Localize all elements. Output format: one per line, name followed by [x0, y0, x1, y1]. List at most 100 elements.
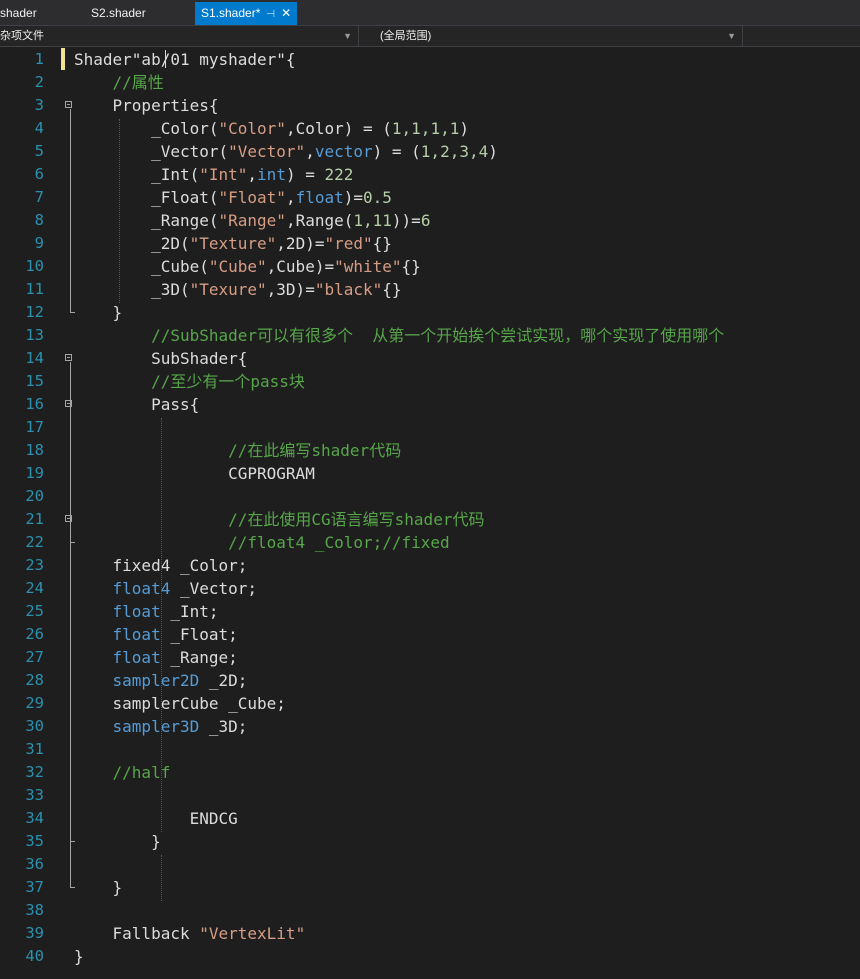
code-text: Fallback "VertexLit"	[74, 922, 306, 945]
line-number: 39	[25, 924, 44, 942]
code-line[interactable]: 32 //half	[0, 761, 860, 784]
code-token: float	[112, 648, 161, 667]
code-line[interactable]: 19 CGPROGRAM	[0, 462, 860, 485]
code-text: float _Range;	[74, 646, 238, 669]
code-line[interactable]: 3 Properties{	[0, 94, 860, 117]
code-line[interactable]: 28 sampler2D _2D;	[0, 669, 860, 692]
scope-dropdown-value: (全局范围)	[380, 30, 432, 42]
code-line[interactable]: 37 }	[0, 876, 860, 899]
line-number: 18	[25, 441, 44, 459]
code-line[interactable]: 39 Fallback "VertexLit"	[0, 922, 860, 945]
code-token: samplerCube _Cube;	[74, 694, 286, 713]
code-line[interactable]: 7 _Float("Float",float)=0.5	[0, 186, 860, 209]
code-line[interactable]: 38	[0, 899, 860, 922]
code-token: ) = (	[372, 142, 421, 161]
tab-shader[interactable]: shader	[0, 3, 37, 23]
code-line[interactable]: 27 float _Range;	[0, 646, 860, 669]
code-token: }	[74, 832, 161, 851]
code-line[interactable]: 12 }	[0, 301, 860, 324]
code-line[interactable]: 5 _Vector("Vector",vector) = (1,2,3,4)	[0, 140, 860, 163]
code-token: 0.5	[363, 188, 392, 207]
code-line[interactable]: 2 //属性	[0, 71, 860, 94]
code-line[interactable]: 4 _Color("Color",Color) = (1,1,1,1)	[0, 117, 860, 140]
code-line[interactable]: 8 _Range("Range",Range(1,11))=6	[0, 209, 860, 232]
code-line[interactable]: 1 Shader"ab/01 myshader"{	[0, 48, 860, 71]
code-token: sampler3D	[112, 717, 200, 736]
code-token: "Texture"	[189, 234, 277, 253]
code-line[interactable]: 29 samplerCube _Cube;	[0, 692, 860, 715]
code-token: float	[112, 602, 161, 621]
code-line[interactable]: 14 SubShader{	[0, 347, 860, 370]
line-number: 28	[25, 671, 44, 689]
code-token: //float4 _Color;//fixed	[228, 533, 450, 552]
code-token: float	[112, 625, 161, 644]
code-token: ))=	[391, 211, 421, 230]
code-line[interactable]: 30 sampler3D _3D;	[0, 715, 860, 738]
code-line[interactable]: 25 float _Int;	[0, 600, 860, 623]
code-line[interactable]: 20	[0, 485, 860, 508]
project-dropdown[interactable]: 杂项文件 ▼	[0, 26, 356, 46]
outline-end-tick	[70, 841, 75, 842]
code-token: _3D;	[199, 717, 248, 736]
code-line[interactable]: 40}	[0, 945, 860, 968]
code-editor[interactable]: 1 Shader"ab/01 myshader"{2 //属性 3 Properti…	[0, 48, 860, 979]
code-line[interactable]: 34 ENDCG	[0, 807, 860, 830]
code-token: _Vector(	[74, 142, 229, 161]
code-token: "Texure"	[189, 280, 267, 299]
code-token: sampler2D	[112, 671, 200, 690]
code-line[interactable]: 21 //在此使用CG语言编写shader代码	[0, 508, 860, 531]
code-token: _2D;	[199, 671, 248, 690]
line-number: 20	[25, 487, 44, 505]
line-number: 36	[25, 855, 44, 873]
line-number: 13	[25, 326, 44, 344]
code-token: ) =	[285, 165, 325, 184]
code-token: "Color"	[218, 119, 286, 138]
code-token: _Float(	[74, 188, 219, 207]
code-line[interactable]: 23 fixed4 _Color;	[0, 554, 860, 577]
code-line[interactable]: 26 float _Float;	[0, 623, 860, 646]
code-line[interactable]: 17	[0, 416, 860, 439]
outline-line	[70, 523, 71, 542]
collapse-icon[interactable]	[65, 354, 72, 361]
code-line[interactable]: 9 _2D("Texture",2D)="red"{}	[0, 232, 860, 255]
collapse-icon[interactable]	[65, 101, 72, 108]
line-number: 3	[34, 96, 44, 114]
code-token: "Cube"	[208, 257, 267, 276]
code-line[interactable]: 18 //在此编写shader代码	[0, 439, 860, 462]
code-token: "VertexLit"	[199, 924, 306, 943]
code-line[interactable]: 6 _Int("Int",int) = 222	[0, 163, 860, 186]
code-line[interactable]: 31	[0, 738, 860, 761]
tab-s2-shader[interactable]: S2.shader	[91, 3, 146, 23]
line-number: 12	[25, 303, 44, 321]
code-token: _3D(	[74, 280, 190, 299]
code-line[interactable]: 35 }	[0, 830, 860, 853]
code-token: //SubShader可以有很多个 从第一个开始挨个尝试实现，哪个实现了使用哪个	[151, 326, 725, 345]
code-line[interactable]: 36	[0, 853, 860, 876]
code-line[interactable]: 10 _Cube("Cube",Cube)="white"{}	[0, 255, 860, 278]
code-text: float _Int;	[74, 600, 219, 623]
close-icon[interactable]: ✕	[281, 6, 291, 20]
code-line[interactable]: 13 //SubShader可以有很多个 从第一个开始挨个尝试实现，哪个实现了使…	[0, 324, 860, 347]
code-text: }	[74, 876, 123, 899]
line-number: 19	[25, 464, 44, 482]
code-token: SubShader{	[74, 349, 248, 368]
outline-line	[70, 109, 71, 312]
code-line[interactable]: 16 Pass{	[0, 393, 860, 416]
tab-s1-shader[interactable]: S1.shader* ⊣ ✕	[195, 2, 298, 25]
code-text: }	[74, 945, 84, 968]
code-line[interactable]: 11 _3D("Texure",3D)="black"{}	[0, 278, 860, 301]
code-token: {}	[401, 257, 421, 276]
code-line[interactable]: 33	[0, 784, 860, 807]
code-token: Properties{	[74, 96, 219, 115]
code-line[interactable]: 22 //float4 _Color;//fixed	[0, 531, 860, 554]
scope-dropdown[interactable]: (全局范围) ▼	[380, 26, 740, 46]
pin-icon[interactable]: ⊣	[266, 9, 275, 20]
code-line[interactable]: 15 //至少有一个pass块	[0, 370, 860, 393]
code-text: samplerCube _Cube;	[74, 692, 286, 715]
code-line[interactable]: 24 float4 _Vector;	[0, 577, 860, 600]
